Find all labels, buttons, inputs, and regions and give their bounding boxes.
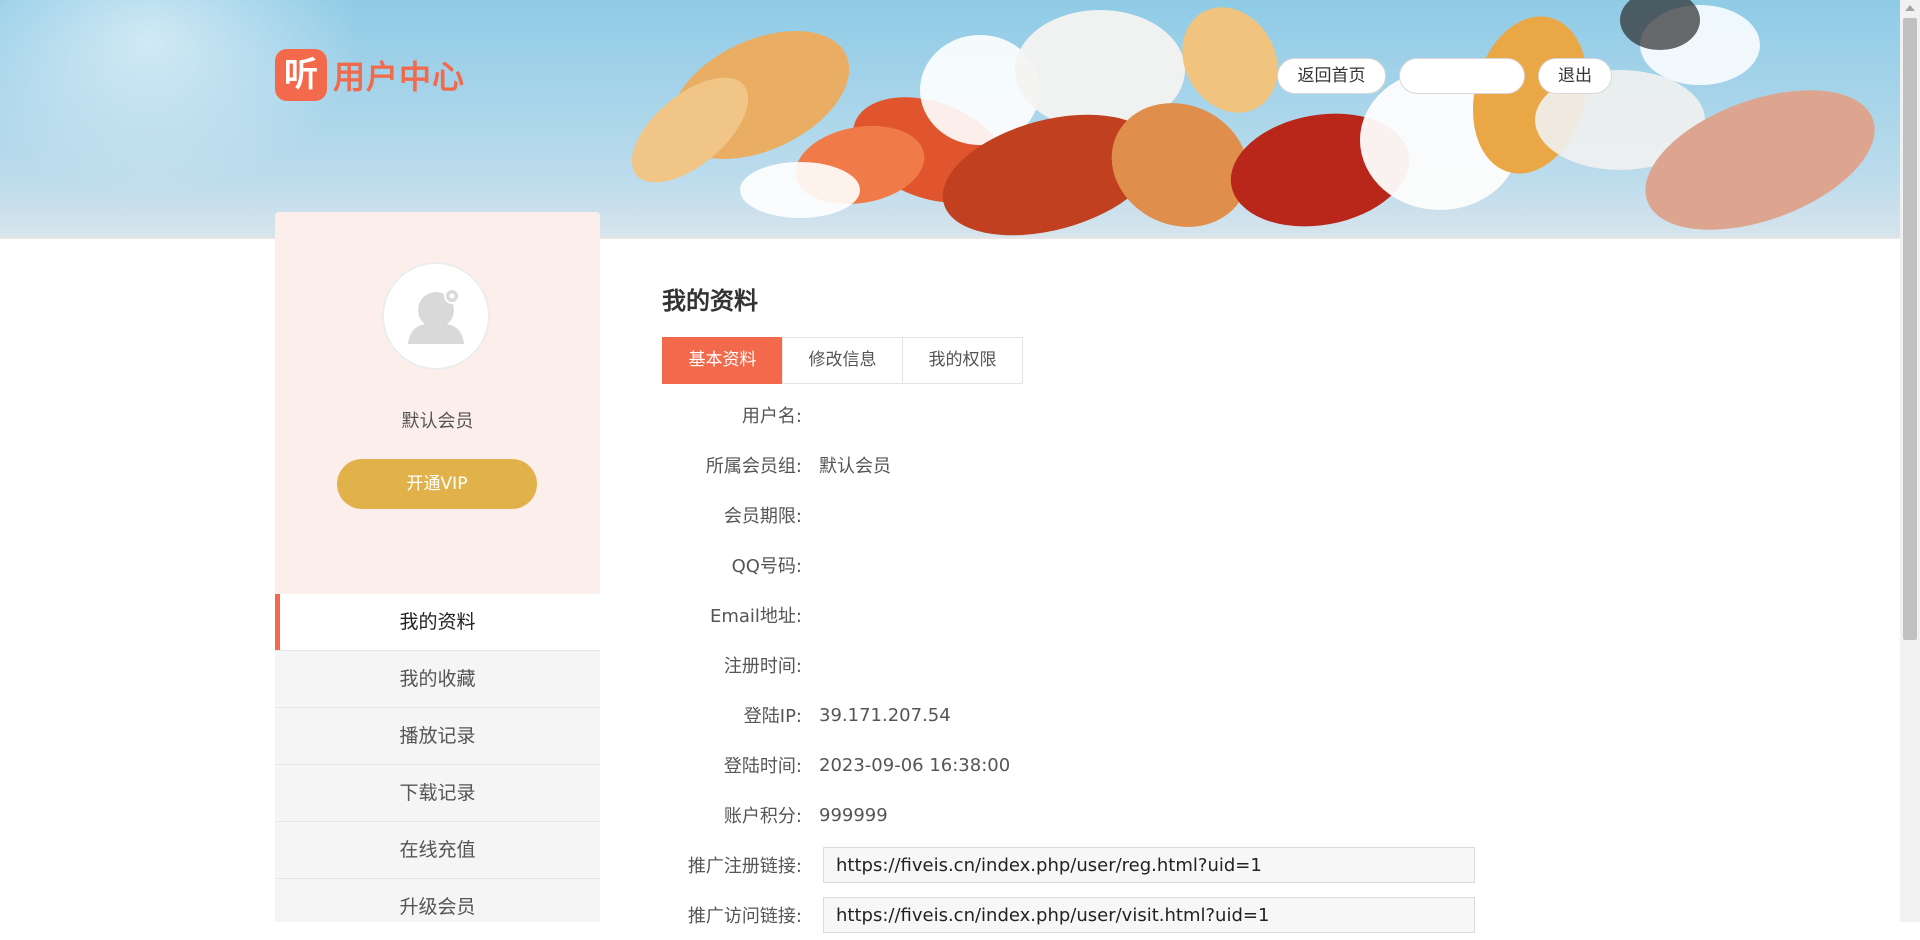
- banner-illustration: [631, 0, 1875, 236]
- logo-text: 用户中心: [333, 58, 466, 96]
- sidebar-item-downloads[interactable]: 下载记录: [275, 765, 600, 822]
- home-button[interactable]: 返回首页: [1277, 58, 1386, 94]
- info-row-points: 账户积分: 999999: [662, 790, 1502, 840]
- info-value: 2023-09-06 16:38:00: [819, 754, 1011, 776]
- info-row-member-group: 所属会员组: 默认会员: [662, 440, 1502, 490]
- page-title: 我的资料: [662, 287, 758, 315]
- info-label: 账户积分:: [723, 806, 802, 827]
- logo-badge: 听: [275, 49, 327, 101]
- sidebar-item-recharge[interactable]: 在线充值: [275, 822, 600, 879]
- info-label: 推广访问链接:: [687, 906, 802, 927]
- scroll-up-arrow-icon[interactable]: [1905, 5, 1915, 11]
- member-level: 默认会员: [401, 411, 474, 432]
- info-label: 注册时间:: [723, 656, 802, 677]
- info-row-reg-link: 推广注册链接:: [662, 840, 1502, 890]
- sidebar-item-profile[interactable]: 我的资料: [275, 594, 600, 651]
- info-value: 999999: [819, 804, 888, 826]
- info-label: 推广注册链接:: [687, 856, 802, 877]
- profile-info: 用户名: 所属会员组: 默认会员 会员期限: QQ号码: Email地址: 注册…: [662, 390, 1502, 940]
- referral-register-link-input[interactable]: [823, 847, 1475, 883]
- sidebar-item-play-history[interactable]: 播放记录: [275, 708, 600, 765]
- tab-permissions[interactable]: 我的权限: [902, 337, 1023, 384]
- sidebar-item-upgrade[interactable]: 升级会员: [275, 879, 600, 922]
- info-row-login-ip: 登陆IP: 39.171.207.54: [662, 690, 1502, 740]
- info-row-email: Email地址:: [662, 590, 1502, 640]
- tab-edit-info[interactable]: 修改信息: [782, 337, 903, 384]
- info-row-login-time: 登陆时间: 2023-09-06 16:38:00: [662, 740, 1502, 790]
- tab-basic-info[interactable]: 基本资料: [662, 337, 783, 384]
- info-row-member-expiry: 会员期限:: [662, 490, 1502, 540]
- info-label: 会员期限:: [723, 506, 802, 527]
- info-value: 默认会员: [819, 456, 891, 477]
- open-vip-button[interactable]: 开通VIP: [337, 459, 537, 509]
- sidebar-item-favorites[interactable]: 我的收藏: [275, 651, 600, 708]
- info-row-visit-link: 推广访问链接:: [662, 890, 1502, 940]
- avatar[interactable]: [382, 262, 490, 370]
- info-row-qq: QQ号码:: [662, 540, 1502, 590]
- info-label: 用户名:: [741, 406, 802, 427]
- logout-button[interactable]: 退出: [1538, 58, 1612, 94]
- info-label: 所属会员组:: [705, 456, 802, 477]
- profile-tabs: 基本资料 修改信息 我的权限: [662, 337, 1502, 384]
- page-scrollbar[interactable]: [1900, 0, 1920, 922]
- info-value: 39.171.207.54: [819, 704, 951, 726]
- info-label: 登陆时间:: [723, 756, 802, 777]
- info-label: Email地址:: [709, 606, 802, 627]
- sidebar: 默认会员 开通VIP 我的资料 我的收藏 播放记录 下载记录 在线充值 升级会员: [275, 212, 600, 922]
- info-row-username: 用户名:: [662, 390, 1502, 440]
- sidebar-menu: 我的资料 我的收藏 播放记录 下载记录 在线充值 升级会员: [275, 594, 600, 922]
- user-avatar-icon: [408, 288, 464, 344]
- scroll-thumb[interactable]: [1903, 18, 1917, 640]
- logo[interactable]: 听 用户中心: [275, 49, 465, 101]
- info-label: 登陆IP:: [743, 706, 802, 727]
- info-label: QQ号码:: [731, 556, 802, 577]
- username-button[interactable]: [1399, 58, 1525, 94]
- referral-visit-link-input[interactable]: [823, 897, 1475, 933]
- hero-banner: 听 用户中心 返回首页 退出: [0, 0, 1900, 239]
- info-row-register-time: 注册时间:: [662, 640, 1502, 690]
- main-content: 我的资料 基本资料 修改信息 我的权限 用户名: 所属会员组: 默认会员 会员期…: [662, 285, 1502, 940]
